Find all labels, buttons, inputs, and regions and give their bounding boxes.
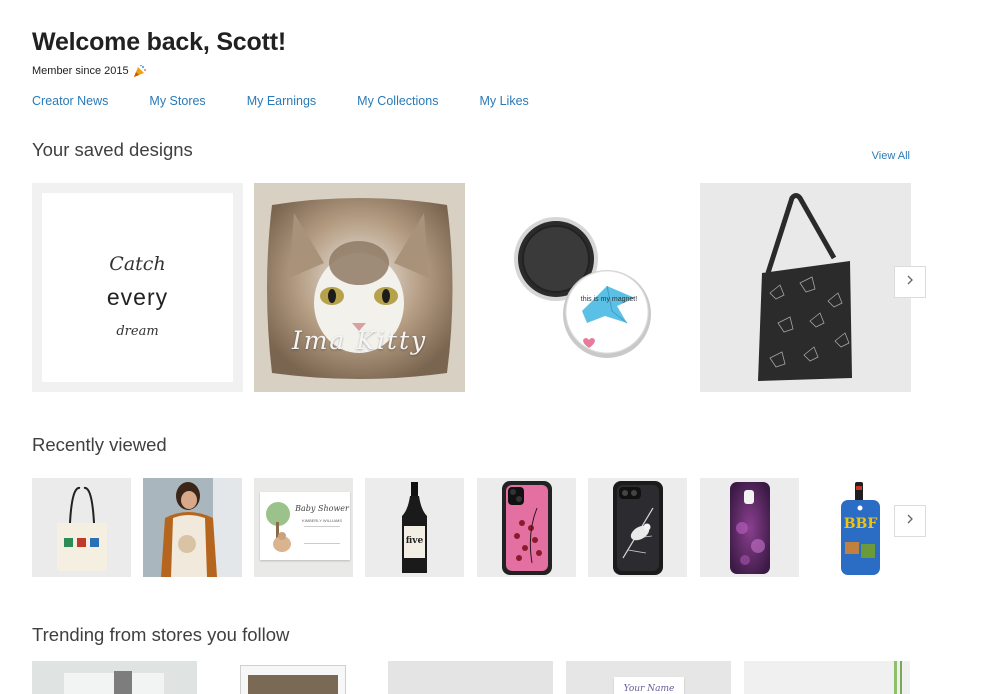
- pink-phone-case-image: [502, 481, 552, 575]
- wine-label: five: [405, 536, 424, 546]
- trending-item-4-caption: Your Name: [623, 684, 675, 694]
- chevron-right-icon: [905, 273, 915, 291]
- trending-item-3[interactable]: [388, 661, 553, 694]
- poster-card: Catch every dream: [42, 193, 233, 382]
- recent-item-wine[interactable]: five: [365, 478, 464, 577]
- trending-title: Trending from stores you follow: [32, 624, 290, 645]
- nav-creator-news[interactable]: Creator News: [32, 94, 108, 108]
- invitation-card: Baby Shower KIMBERLY WILLIAMS: [260, 492, 350, 560]
- saved-item-pillow[interactable]: Ima Kitty: [254, 183, 465, 392]
- recent-item-bird-phone-case[interactable]: [588, 478, 687, 577]
- crossbody-bag-image: [758, 193, 852, 381]
- welcome-heading: Welcome back, Scott!: [32, 28, 286, 56]
- luggage-tag-label: BBF: [843, 516, 878, 532]
- trending-item-5-plant: [894, 661, 897, 694]
- invitation-details: [304, 526, 340, 544]
- nav-my-stores[interactable]: My Stores: [149, 94, 205, 108]
- bird-phone-case-image: [613, 481, 663, 575]
- tote-image: [57, 486, 107, 571]
- account-nav: Creator News My Stores My Earnings My Co…: [32, 94, 570, 108]
- poster-line-2: every: [106, 284, 169, 310]
- recent-item-invitation[interactable]: Baby Shower KIMBERLY WILLIAMS: [254, 478, 353, 577]
- view-all-link[interactable]: View All: [872, 150, 910, 162]
- kitty-pillow-image: [254, 183, 465, 392]
- recent-item-purple-phone-case[interactable]: [700, 478, 799, 577]
- recently-viewed-title: Recently viewed: [32, 434, 167, 455]
- trending-item-2[interactable]: [210, 661, 375, 694]
- party-popper-icon: [133, 64, 147, 78]
- magnet-caption: this is my magnet!: [580, 296, 638, 303]
- pillow-caption: Ima Kitty: [291, 326, 428, 355]
- member-since-text: Member since 2015: [32, 65, 129, 77]
- poster-line-3: dream: [116, 324, 159, 339]
- trending-item-4[interactable]: Your Name: [566, 661, 731, 694]
- trending-item-1-figure: [114, 671, 132, 694]
- invitation-illustration: [266, 502, 291, 552]
- nav-my-collections[interactable]: My Collections: [357, 94, 438, 108]
- nav-my-earnings[interactable]: My Earnings: [247, 94, 316, 108]
- invitation-title: Baby Shower: [295, 504, 349, 513]
- chevron-right-icon: [905, 512, 915, 530]
- trending-item-5[interactable]: [744, 661, 910, 694]
- nav-my-likes[interactable]: My Likes: [479, 94, 528, 108]
- recent-item-tote[interactable]: [32, 478, 131, 577]
- saved-designs-title: Your saved designs: [32, 139, 193, 160]
- invitation-subtitle: KIMBERLY WILLIAMS: [301, 518, 343, 523]
- purple-phone-case-image: [730, 482, 770, 574]
- poster-line-1: Catch: [109, 253, 166, 275]
- recent-item-pink-phone-case[interactable]: [477, 478, 576, 577]
- recent-next-button[interactable]: [894, 505, 926, 537]
- saved-next-button[interactable]: [894, 266, 926, 298]
- maternity-shirt-image: [143, 478, 242, 577]
- member-since: Member since 2015: [32, 64, 147, 78]
- saved-item-bag[interactable]: [700, 183, 911, 392]
- wine-bottle-image: [402, 482, 427, 573]
- account-dashboard: Welcome back, Scott! Member since 2015 C…: [0, 0, 998, 694]
- saved-item-poster[interactable]: Catch every dream: [32, 183, 243, 392]
- trending-item-5-plant-2: [900, 661, 902, 694]
- magnet-image: [514, 217, 651, 358]
- recent-item-maternity-shirt[interactable]: [143, 478, 242, 577]
- trending-item-1[interactable]: [32, 661, 197, 694]
- trending-item-2-photo: [248, 675, 338, 694]
- saved-item-magnet[interactable]: this is my magnet!: [477, 183, 688, 392]
